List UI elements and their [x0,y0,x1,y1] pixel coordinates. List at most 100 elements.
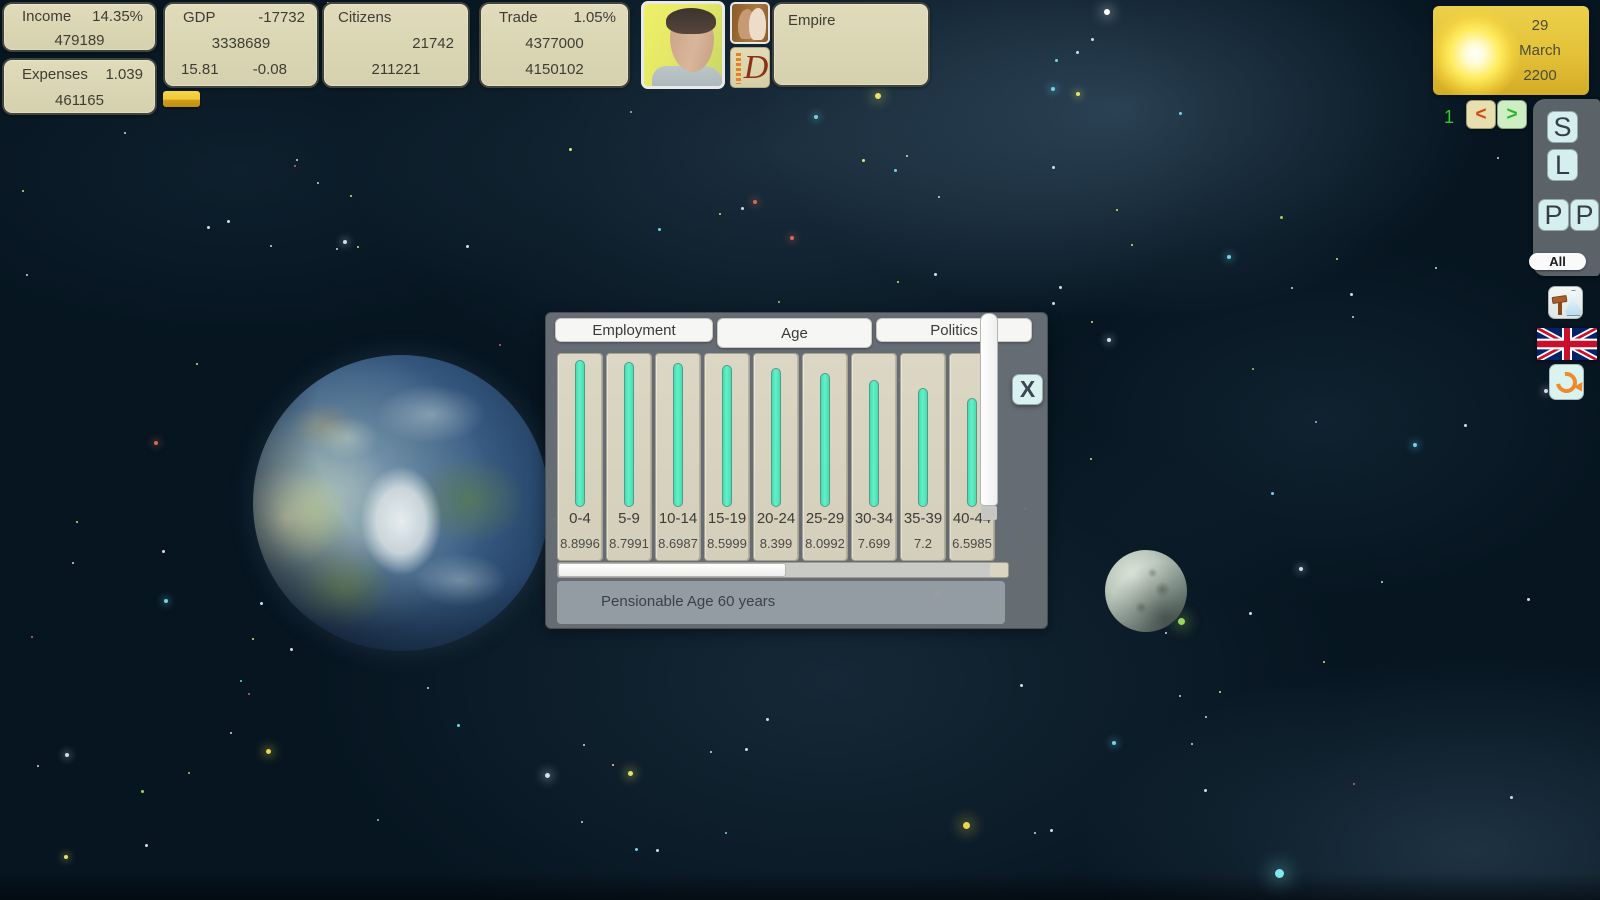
citizens-count: 21742 [324,30,468,56]
faction-emblem-icon[interactable]: D [730,47,770,88]
star [499,344,501,346]
star [628,771,633,776]
research-icon[interactable] [1548,286,1583,319]
scrollbar-corner [990,563,1008,577]
all-filter-button[interactable]: All [1529,253,1586,270]
age-group-bar [967,398,977,507]
age-group-bar [575,360,585,507]
star [1204,789,1207,792]
star [934,273,937,276]
star [466,245,469,248]
expenses-label: Expenses [22,66,88,83]
empire-panel[interactable]: Empire [772,2,930,87]
p-button-2[interactable]: P [1570,199,1599,231]
age-group-label: 15-19 [705,507,749,531]
star [1249,612,1252,615]
trade-panel[interactable]: Trade 1.05% 4377000 4150102 [479,2,630,88]
game-speed-value: 1 [1438,104,1460,130]
age-group-value: 8.8996 [558,531,602,561]
star [1104,9,1110,15]
p-button-1[interactable]: P [1538,199,1569,231]
star [1280,216,1283,219]
star [457,724,460,727]
trade-value1: 4377000 [481,30,628,56]
tab-age[interactable]: Age [717,318,872,348]
income-panel[interactable]: Income 14.35% 479189 [2,2,157,52]
close-button[interactable]: X [1012,374,1043,405]
flask-icon [1565,290,1582,316]
star [1076,92,1080,96]
star [1116,209,1118,211]
bar-area [656,354,700,507]
vertical-scrollbar-thumb[interactable] [980,313,998,506]
vertical-scrollbar[interactable] [980,313,998,520]
tab-employment[interactable]: Employment [555,318,713,342]
refresh-icon[interactable] [1549,364,1584,400]
age-group-label: 20-24 [754,507,798,531]
star [1413,443,1417,447]
star [1178,618,1185,625]
moon[interactable] [1105,550,1187,632]
citizens-panel[interactable]: Citizens 21742 211221 [322,2,470,88]
star [188,772,190,774]
star [1052,166,1055,169]
date-panel[interactable]: 29 March 2200 [1433,6,1589,95]
star [778,301,780,303]
advisor-portrait[interactable] [730,2,770,44]
expenses-panel[interactable]: Expenses 1.039 461165 [2,58,157,115]
speed-up-button[interactable]: > [1497,100,1527,129]
age-chart: 0-48.89965-98.799110-148.698715-198.5999… [557,353,1009,561]
star [290,648,293,651]
gdp-progress-bar [163,91,200,107]
language-flag-icon[interactable] [1537,328,1597,360]
star [583,744,585,746]
star [719,213,721,215]
star [612,764,614,766]
leader-portrait[interactable] [641,1,725,89]
horizontal-scrollbar-thumb[interactable] [558,563,786,577]
star [897,281,899,283]
star [1107,338,1111,342]
star [1091,38,1094,41]
star [875,93,881,99]
age-group-value: 6.5985 [950,531,994,561]
star [154,441,158,445]
pensionable-age-note: Pensionable Age 60 years [557,581,1005,624]
star [766,718,769,721]
star [1131,244,1133,246]
age-group-bar [722,365,732,507]
bar-area [705,354,749,507]
age-group-column: 10-148.6987 [655,353,701,561]
star [22,190,24,192]
gdp-change: -17732 [258,9,305,26]
star [710,751,712,753]
income-label: Income [22,8,71,25]
star [1090,458,1092,460]
age-group-bar [918,388,928,507]
vertical-scrollbar-track[interactable] [981,506,997,520]
speed-down-button[interactable]: < [1466,100,1496,129]
horizontal-scrollbar[interactable] [557,562,1009,578]
star [260,602,263,605]
bar-area [901,354,945,507]
age-group-column: 5-98.7991 [606,353,652,561]
age-group-value: 8.6987 [656,531,700,561]
age-group-value: 8.0992 [803,531,847,561]
gdp-growth: 15.81 [181,61,219,78]
age-group-bar [820,373,830,507]
planet-earth[interactable] [253,355,549,651]
tab-politics[interactable]: Politics [876,318,1032,342]
star [790,236,794,240]
star [1299,567,1303,571]
save-button[interactable]: S [1547,111,1578,143]
star [1076,51,1079,54]
star [37,765,39,767]
dialog-tabs: EmploymentAgePolitics [546,313,1047,353]
star [1052,302,1055,305]
bar-area [754,354,798,507]
gdp-panel[interactable]: GDP -17732 3338689 15.81 -0.08 [163,2,319,88]
star [1315,421,1317,423]
load-button[interactable]: L [1547,149,1578,181]
game-viewport: Income 14.35% 479189 Expenses 1.039 4611… [0,0,1600,900]
star [343,240,347,244]
